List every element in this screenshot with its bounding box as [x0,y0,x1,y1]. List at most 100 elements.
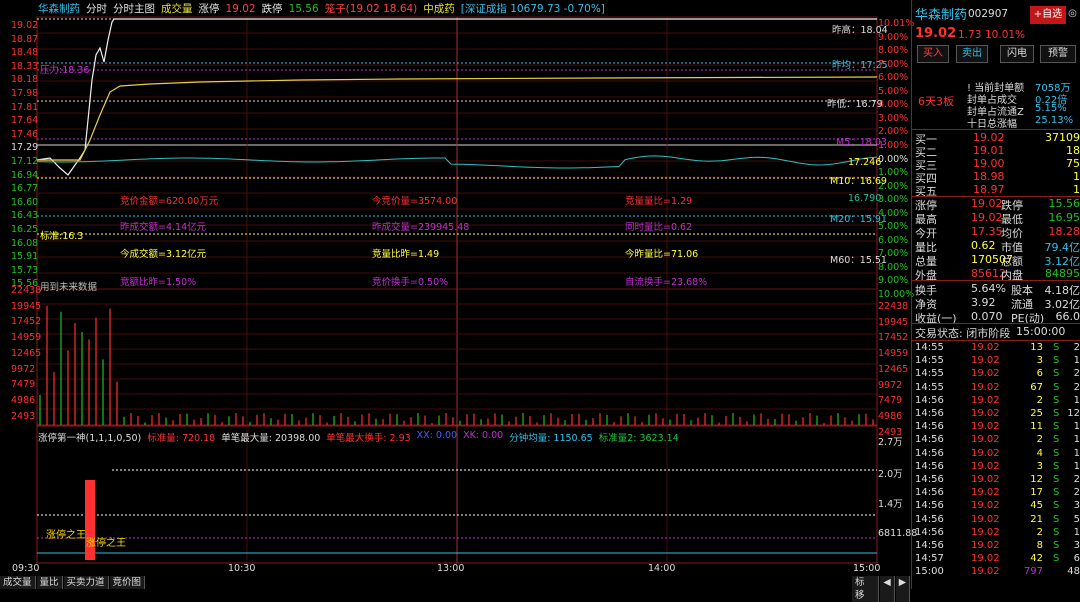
tick-volume: 2 [1019,527,1043,538]
stat-value: 66.0 [1056,310,1080,323]
intraday-chart[interactable]: 华森制药 分时 分时主图 成交量 涨停 19.02 跌停 15.56 笼子(19… [0,0,910,589]
tick-price: 19.02 [971,540,1000,551]
index-label[interactable]: [深证成指 10679.73 -0.70%] [461,1,605,16]
buy-button[interactable]: 买入 [917,45,949,63]
limit-down-label: 跌停 [262,1,283,16]
tick-row: 14:5519.023S1 [915,355,1079,369]
sub-indicator-item: 标准量: 720.18 [147,430,215,444]
stat-row: 涨停19.02跌停15.56 [915,197,1079,211]
bottom-tabs: 成交量 量比 买卖力道 竞价图 [0,576,910,589]
bid-price: 19.02 [973,131,1005,144]
tag-king-2: 涨停之王 [86,534,126,549]
tick-volume: 2 [1019,395,1043,406]
info-amount-vs-yesterday: 竞额比昨=1.50% [120,274,196,288]
bid-row[interactable]: 买五18.971 [915,183,1079,197]
tick-count: 5 [1074,514,1080,525]
tick-side: S [1053,434,1059,445]
bid-row[interactable]: 买一19.0237109 [915,131,1079,145]
tick-count: 2 [1074,342,1080,353]
sell-button[interactable]: 卖出 [956,45,988,63]
cage-note: 笼子(19.02 18.64) [325,1,418,16]
volume-tick-left: 2493 [11,411,35,422]
sub-tick-right: 1.4万 [878,496,903,510]
tick-side: S [1053,421,1059,432]
last-price: 19.02 [915,26,956,41]
sub-indicator-name[interactable]: 涨停第一神(1,1,1,0,50) [38,430,141,444]
limit-down-value: 15.56 [289,3,319,15]
volume-tick-left: 19945 [11,301,41,312]
tick-side: S [1053,553,1059,564]
tick-time: 14:56 [915,434,944,445]
stat-row: 最高19.02最低16.95 [915,211,1079,225]
add-watchlist-button[interactable]: +自选 [1030,6,1066,24]
price-tick-left: 18.87 [11,34,38,45]
tick-side: S [1053,355,1059,366]
volume-tick-right: 4986 [878,411,902,422]
future-data-label: 用到未来数据 [40,279,97,293]
bid-row[interactable]: 买二19.0118 [915,144,1079,158]
bid-volume: 37109 [1045,131,1080,144]
tick-row: 14:5619.0217S2 [915,487,1079,501]
volume-tick-right: 19945 [878,317,908,328]
stock-name[interactable]: 华森制药 [38,1,80,16]
sub-indicator-item: XX: 0.00 [417,430,457,444]
mode-tab-main[interactable]: 分时主图 [113,1,155,16]
mode-tab-volume[interactable]: 成交量 [161,1,193,16]
alert-button[interactable]: 预警 [1040,45,1076,63]
mark-move-button[interactable]: 标 移 [852,576,879,602]
price-tick-left: 18.48 [11,47,38,58]
flash-trade-button[interactable]: 闪电 [1000,45,1034,63]
alert-bell-icon[interactable]: ◎ [1066,6,1079,22]
m60-label: M60：15.51 [830,252,887,266]
sub-indicator-item: 单笔最大量: 20398.00 [221,430,320,444]
bid-row[interactable]: 买四18.981 [915,170,1079,184]
time-tick: 14:00 [648,563,675,574]
bid-row[interactable]: 买三19.0075 [915,157,1079,171]
stat-row: 外盘85612内盘84895 [915,267,1079,281]
tick-volume: 13 [1019,342,1043,353]
tick-side: S [1053,487,1059,498]
v16790-label: 16.790 [848,193,881,204]
tick-count: 1 [1074,461,1080,472]
m5-label: M5：18.03 [836,134,887,148]
stat-row: 今开17.35均价18.28 [915,225,1079,239]
volume-tick-right: 17452 [878,332,908,343]
tick-price: 19.02 [971,487,1000,498]
price-tick-left: 18.18 [11,74,38,85]
tick-volume: 6 [1019,368,1043,379]
time-tick: 10:30 [228,563,255,574]
scroll-right-button[interactable]: ▶ [896,576,910,602]
sub-indicator-item: 单笔最大换手: 2.93 [326,430,410,444]
tick-price: 19.02 [971,421,1000,432]
tab-buy-sell-power[interactable]: 买卖力道 [64,576,109,589]
tick-price: 19.02 [971,500,1000,511]
info-bid-turnover: 竞价换手=0.50% [372,274,448,288]
info-bid-vs-yesterday: 竞量比昨=1.49 [372,246,439,260]
pct-tick-right: 3.00% [878,113,908,124]
tab-auction-chart[interactable]: 竞价图 [110,576,146,589]
bid-price: 19.01 [973,144,1005,157]
tick-volume: 3 [1019,355,1043,366]
tick-count: 2 [1074,368,1080,379]
stat-value: 19.02 [971,211,1003,224]
tick-count: 1 [1074,355,1080,366]
tick-side: S [1053,342,1059,353]
seal-value: 5.15% [1035,103,1067,114]
tab-volume-ratio[interactable]: 量比 [37,576,63,589]
tick-row: 14:5619.024S1 [915,448,1079,462]
price-tick-left: 16.25 [11,224,38,235]
stat2-row: 收益(一)0.070PE(动)66.0 [915,310,1079,324]
tick-price: 19.02 [971,355,1000,366]
tick-time: 14:56 [915,514,944,525]
scroll-left-button[interactable]: ◀ [880,576,894,602]
tick-price: 19.02 [971,448,1000,459]
price-tick-left: 17.81 [11,102,38,113]
volume-tick-right: 9972 [878,380,902,391]
tab-volume[interactable]: 成交量 [0,576,36,589]
sector-label[interactable]: 中成药 [423,1,455,16]
mode-tab-fenshi[interactable]: 分时 [86,1,107,16]
stat-value: 15.56 [1049,197,1080,210]
yesterday-avg-label: 昨均：17.25 [832,57,888,71]
tick-volume: 25 [1019,408,1043,419]
stat-value: 19.02 [971,197,1003,210]
